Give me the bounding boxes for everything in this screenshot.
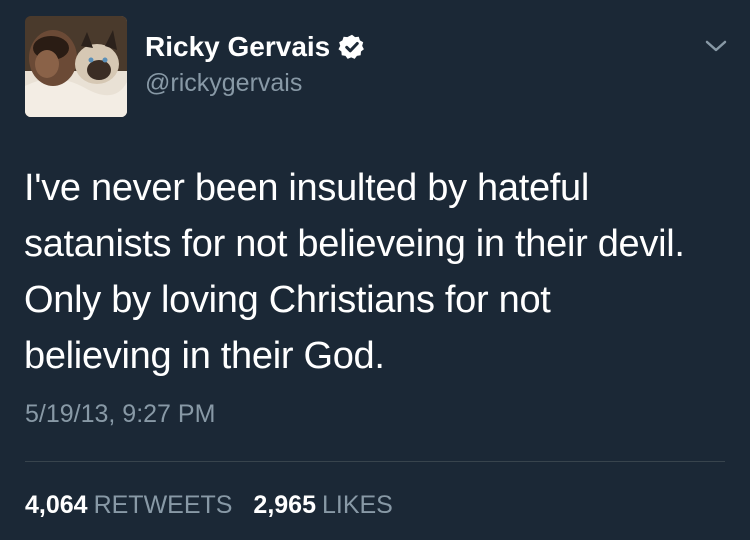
retweets-count: 4,064 [25, 491, 88, 519]
display-name-text: Ricky Gervais [145, 31, 331, 62]
tweet-timestamp[interactable]: 5/19/13, 9:27 PM [25, 399, 215, 429]
profile-photo [25, 16, 127, 117]
display-name[interactable]: Ricky Gervais [145, 30, 366, 64]
user-handle[interactable]: @rickygervais [145, 68, 302, 98]
tweet-card: Ricky Gervais @rickygervais I've never b… [0, 0, 750, 540]
avatar[interactable] [25, 16, 127, 117]
likes-count: 2,965 [253, 491, 316, 519]
tweet-stats: 4,064 RETWEETS 2,965 LIKES [25, 490, 407, 520]
chevron-down-icon[interactable] [704, 38, 728, 54]
verified-badge-icon [338, 34, 365, 59]
tweet-text-line: I've never been insulted by hateful [24, 167, 590, 209]
tweet-text-line: believing in their God. [24, 335, 385, 377]
retweets-label: RETWEETS [93, 491, 233, 519]
likes-label: LIKES [321, 491, 393, 519]
likes-stat[interactable]: 2,965 LIKES [253, 491, 392, 519]
divider [25, 461, 725, 462]
tweet-text-line: satanists for not believeing in their de… [24, 223, 685, 265]
retweets-stat[interactable]: 4,064 RETWEETS [25, 491, 232, 519]
tweet-text-line: Only by loving Christians for not [24, 279, 551, 321]
tweet-text: I've never been insulted by hateful sata… [24, 160, 739, 384]
